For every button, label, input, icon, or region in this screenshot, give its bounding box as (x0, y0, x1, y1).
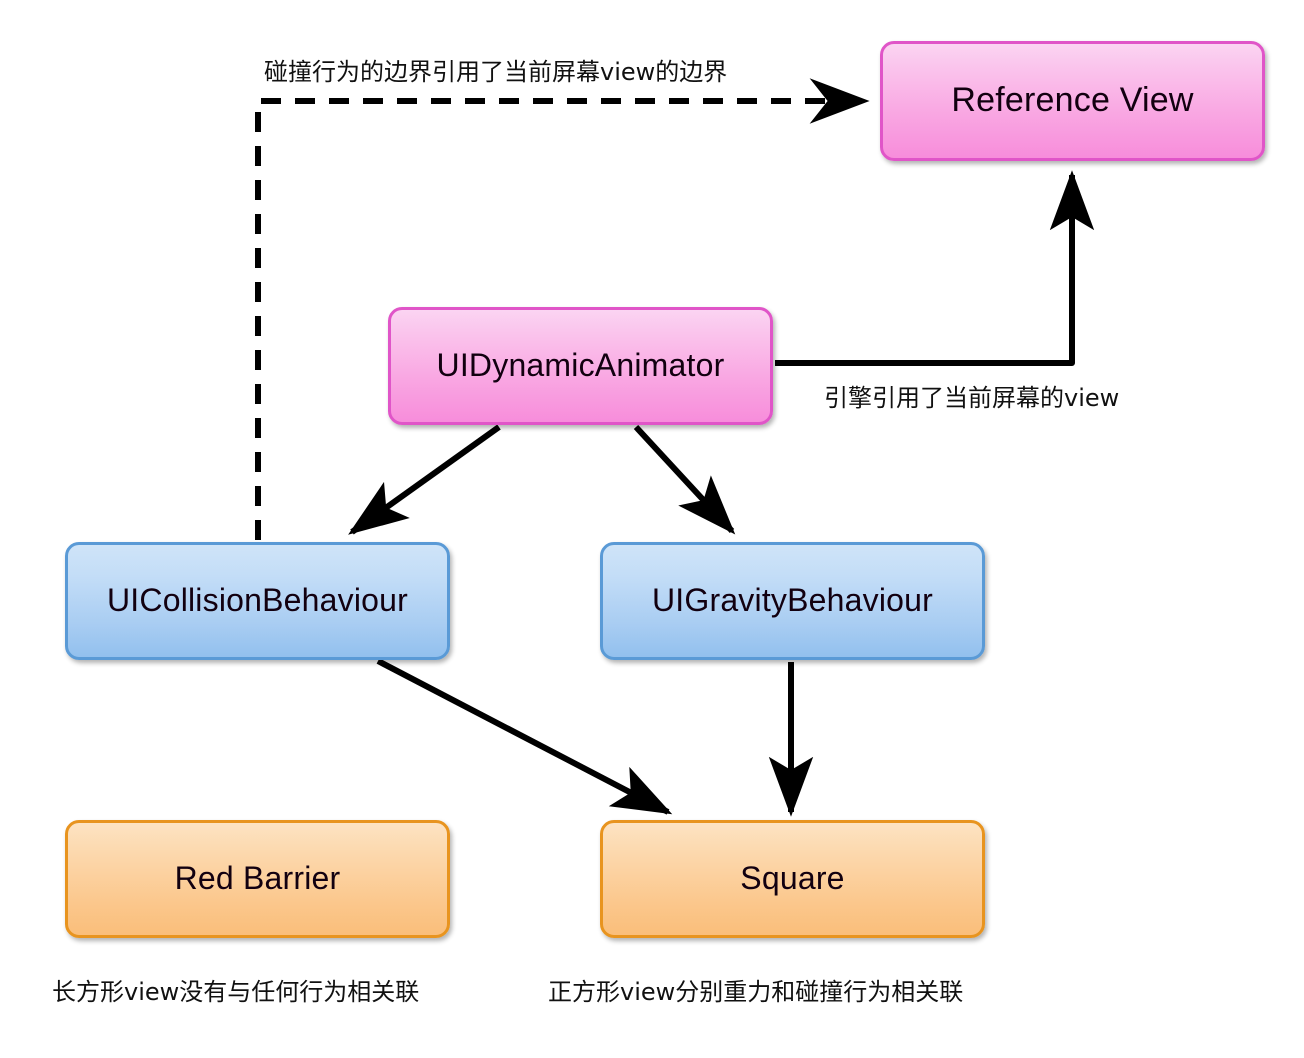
node-label-square: Square (740, 860, 845, 897)
edge-animator-to-reference-view (775, 170, 1095, 366)
edge-animator-to-collision (348, 424, 501, 535)
node-uicollisionbehaviour[interactable]: UICollisionBehaviour (65, 542, 450, 660)
node-uigravitybehaviour[interactable]: UIGravityBehaviour (600, 542, 985, 660)
edge-collision-to-square (376, 658, 673, 815)
node-label-uigravitybehaviour: UIGravityBehaviour (651, 582, 934, 619)
node-label-uidynamicanimator: UIDynamicAnimator (436, 347, 725, 384)
node-label-reference-view: Reference View (951, 81, 1194, 120)
node-square[interactable]: Square (600, 820, 985, 938)
caption-square: 正方形view分别重力和碰撞行为相关联 (548, 978, 964, 1006)
node-red-barrier[interactable]: Red Barrier (65, 820, 450, 938)
edge-label-collision-boundary: 碰撞行为的边界引用了当前屏幕view的边界 (264, 58, 728, 86)
edge-label-engine-reference: 引擎引用了当前屏幕的view (824, 384, 1120, 412)
node-label-uicollisionbehaviour: UICollisionBehaviour (106, 582, 409, 619)
caption-red-barrier: 长方形view没有与任何行为相关联 (52, 978, 420, 1006)
diagram-canvas: Reference View UIDynamicAnimator UIColli… (0, 0, 1304, 1058)
edge-animator-to-gravity (633, 424, 736, 535)
node-uidynamicanimator[interactable]: UIDynamicAnimator (388, 307, 773, 425)
node-reference-view[interactable]: Reference View (880, 41, 1265, 161)
node-label-red-barrier: Red Barrier (174, 860, 341, 897)
